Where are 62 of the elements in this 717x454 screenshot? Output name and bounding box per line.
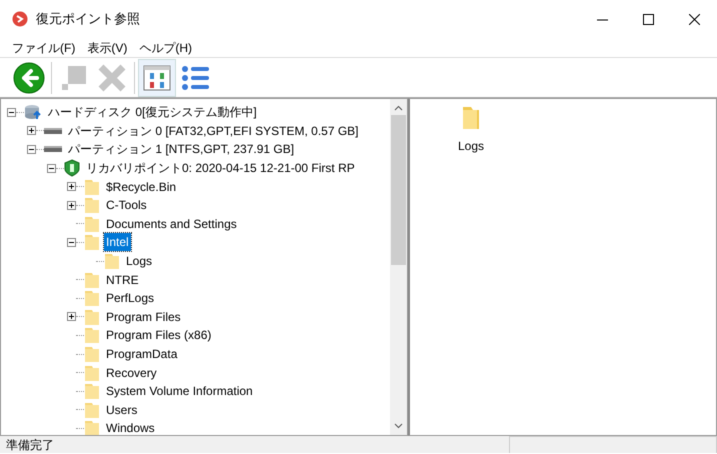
maximize-icon — [642, 14, 654, 24]
collapse-toggle[interactable] — [67, 238, 76, 247]
tree-item[interactable]: NTRE — [104, 270, 141, 289]
expand-toggle[interactable] — [67, 312, 76, 322]
tree-item[interactable]: Intel — [104, 233, 131, 252]
disk-icon — [24, 104, 42, 120]
folder-icon — [84, 178, 100, 196]
scroll-up-icon[interactable] — [394, 105, 403, 111]
tree-item[interactable]: Recovery — [104, 364, 159, 382]
folder-icon — [84, 214, 100, 233]
tree-item[interactable]: Windows — [104, 419, 157, 435]
shield-icon — [64, 159, 80, 178]
tree-item[interactable]: Logs — [124, 252, 154, 270]
tree-item[interactable]: パーティション 0 [FAT32,GPT,EFI SYSTEM, 0.57 GB] — [66, 122, 361, 140]
collapse-toggle[interactable] — [27, 144, 36, 154]
expand-toggle[interactable] — [67, 182, 76, 192]
collapse-toggle[interactable] — [47, 164, 56, 173]
folder-icon — [104, 252, 120, 270]
folder-icon — [84, 400, 100, 419]
collapse-toggle[interactable] — [7, 108, 16, 117]
folder-icon — [84, 345, 100, 364]
file-item[interactable]: Logs — [458, 137, 484, 155]
vertical-scrollbar[interactable] — [390, 99, 407, 435]
folder-icon — [84, 233, 100, 252]
folder-icon — [84, 419, 100, 435]
tree-item[interactable]: C-Tools — [104, 196, 149, 214]
tree-item[interactable]: System Volume Information — [104, 382, 255, 400]
folder-icon — [84, 326, 100, 344]
tree-item[interactable]: ハードディスク 0[復元システム動作中] — [46, 103, 259, 122]
close-icon — [688, 14, 700, 24]
plus-icon — [28, 127, 35, 134]
folder-icon — [84, 308, 100, 326]
drive-icon — [44, 145, 62, 154]
folder-icon — [84, 196, 100, 214]
app-icon — [12, 11, 28, 27]
folder-icon — [84, 364, 100, 382]
folder-icon — [461, 105, 481, 131]
menu-item[interactable]: ヘルプ(H) — [133, 38, 198, 56]
drive-icon — [44, 126, 62, 135]
tree-item[interactable]: パーティション 1 [NTFS,GPT, 237.91 GB] — [66, 140, 296, 158]
folder-icon — [84, 270, 100, 289]
scroll-down-icon[interactable] — [394, 423, 403, 429]
plus-icon — [68, 202, 75, 209]
tree-item[interactable]: Documents and Settings — [104, 214, 239, 233]
status-text: 準備完了 — [5, 436, 55, 454]
tree-item[interactable]: PerfLogs — [104, 289, 156, 308]
window-title: 復元ポイント参照 — [36, 10, 140, 28]
tree-item[interactable]: リカバリポイント0: 2020-04-15 12-21-00 First RP — [84, 159, 357, 178]
tree-item[interactable]: $Recycle.Bin — [104, 178, 178, 196]
expand-toggle[interactable] — [67, 200, 76, 210]
tree-item[interactable]: Program Files (x86) — [104, 326, 214, 344]
tree-item[interactable]: Program Files — [104, 308, 183, 326]
folder-icon — [84, 382, 100, 400]
plus-icon — [68, 313, 75, 320]
plus-icon — [68, 183, 75, 190]
menu-item[interactable]: 表示(V) — [81, 38, 134, 56]
tree-item[interactable]: ProgramData — [104, 345, 180, 364]
large-buttons-view-icon[interactable] — [138, 58, 176, 96]
expand-toggle[interactable] — [27, 126, 36, 136]
tree-item[interactable]: Users — [104, 400, 140, 419]
folder-icon — [84, 289, 100, 308]
menu-item[interactable]: ファイル(F) — [6, 38, 82, 56]
